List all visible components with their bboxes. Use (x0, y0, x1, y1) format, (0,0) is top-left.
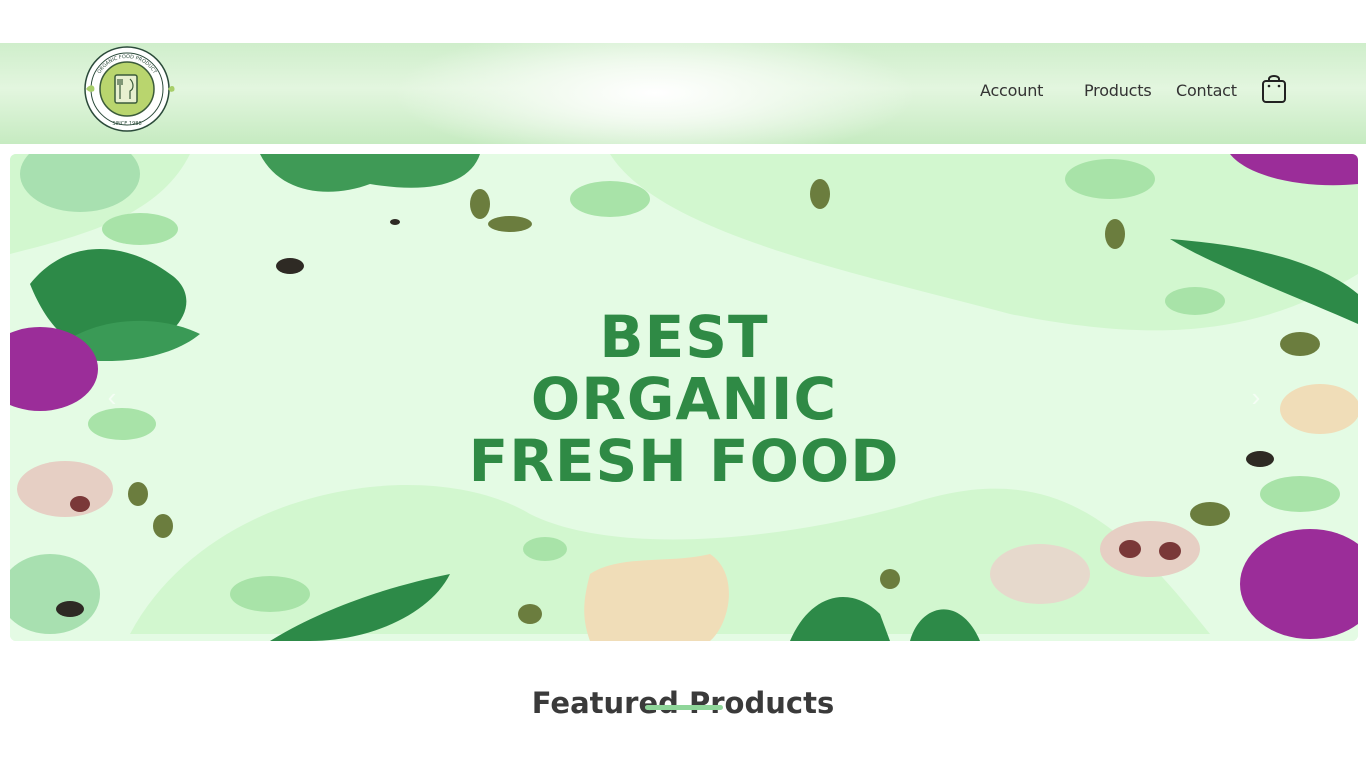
nav-link-contact[interactable]: Contact (1176, 81, 1237, 100)
logo-since-text: SINCE 1988 (112, 121, 141, 127)
chevron-right-icon[interactable]: › (1246, 382, 1266, 412)
hero-line-2: ORGANIC (530, 365, 838, 433)
hero-line-3: FRESH FOOD (468, 427, 900, 495)
hero-banner: BEST ORGANIC FRESH FOOD ‹ › (10, 154, 1358, 641)
hero-headline: BEST ORGANIC FRESH FOOD (10, 306, 1358, 492)
navbar: SINCE 1988 ORGANIC FOOD PRODUCT Account … (0, 43, 1366, 144)
featured-products-title: Featured Products (531, 686, 835, 721)
nav-link-products[interactable]: Products (1084, 81, 1152, 100)
main-nav: Account Products Contact (0, 81, 1366, 105)
hero-line-1: BEST (599, 303, 769, 371)
chevron-left-icon[interactable]: ‹ (102, 382, 122, 412)
shopping-bag-icon[interactable] (1261, 72, 1287, 104)
nav-link-account[interactable]: Account (980, 81, 1043, 100)
title-underline (645, 705, 723, 710)
